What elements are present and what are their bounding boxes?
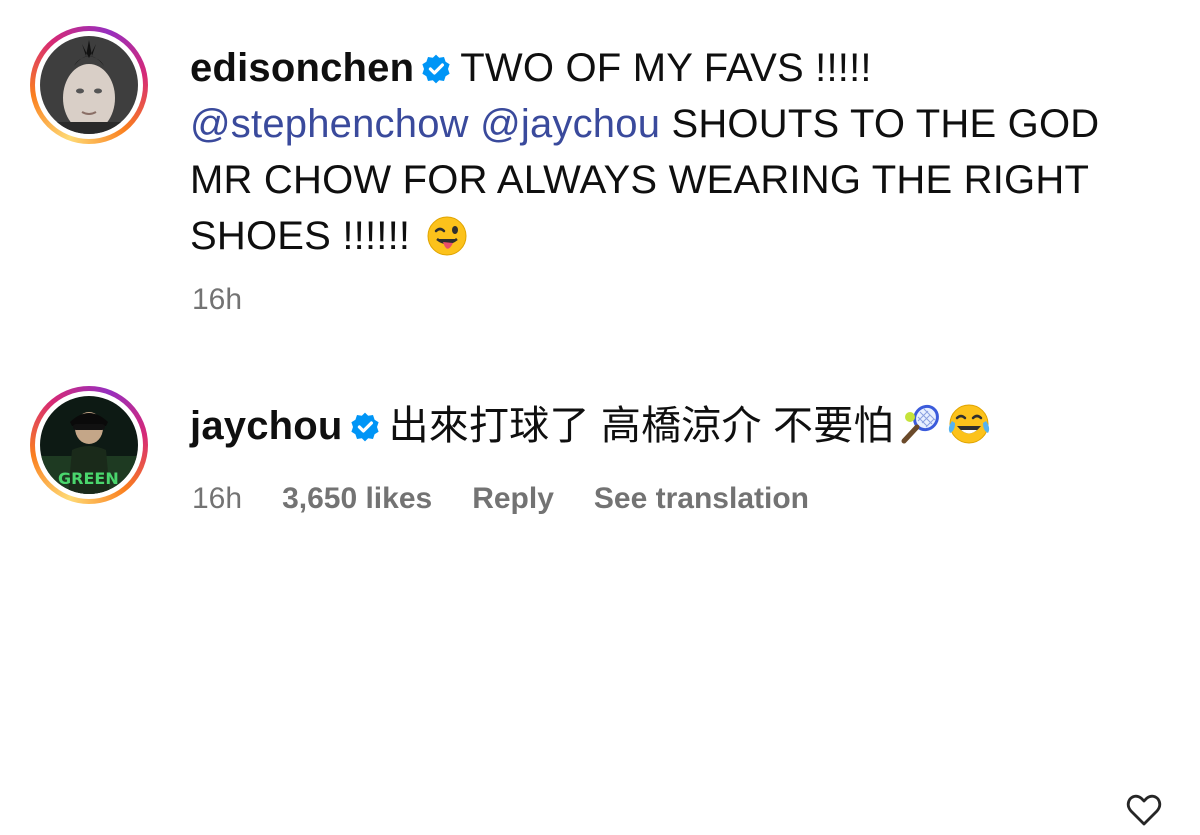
comment-meta-jaychou: 16h 3,650 likes Reply See translation xyxy=(192,482,849,516)
story-ring[interactable] xyxy=(30,26,148,144)
comment-edisonchen: edisonchen TWO OF MY FAVS !!!!! @stephen… xyxy=(0,0,1200,340)
likes-count[interactable]: 3,650 likes xyxy=(282,482,432,516)
timestamp: 16h xyxy=(192,283,243,316)
tennis-racket-icon xyxy=(901,404,939,444)
username[interactable]: jaychou xyxy=(190,404,343,448)
timestamp: 16h xyxy=(192,482,243,515)
verified-badge-icon xyxy=(422,54,450,84)
avatar-jaychou[interactable]: GREEN xyxy=(40,396,138,494)
username[interactable]: edisonchen xyxy=(190,46,414,90)
face-with-tears-of-joy-icon xyxy=(948,404,989,444)
verified-badge-icon xyxy=(350,412,379,442)
mention-jaychou[interactable]: @jaychou xyxy=(480,102,660,146)
svg-text:GREEN: GREEN xyxy=(58,469,119,488)
comment-meta: 16h xyxy=(192,283,282,317)
comment-text: MR CHOW FOR ALWAYS WEARING THE RIGHT xyxy=(190,158,1090,202)
reply-button[interactable]: Reply xyxy=(472,482,554,516)
winking-face-with-tongue-icon xyxy=(427,216,467,256)
see-translation-button[interactable]: See translation xyxy=(594,482,809,516)
comment-text: 出來打球了 高橋涼介 不要怕 xyxy=(388,404,894,448)
avatar-edisonchen[interactable] xyxy=(40,36,138,134)
like-button[interactable] xyxy=(1124,790,1164,830)
story-ring[interactable]: GREEN xyxy=(30,386,148,504)
comment-text: SHOUTS TO THE GOD xyxy=(671,102,1100,146)
comment-body: edisonchen TWO OF MY FAVS !!!!! @stephen… xyxy=(190,40,1110,264)
comment-text: TWO OF MY FAVS !!!!! xyxy=(460,46,872,90)
mention-stephenchow[interactable]: @stephenchow xyxy=(190,102,469,146)
comment-text: SHOES !!!!!! xyxy=(190,214,411,258)
comment-body-jaychou: jaychou 出來打球了 高橋涼介 不要怕 xyxy=(190,398,992,454)
heart-icon xyxy=(1126,794,1162,826)
